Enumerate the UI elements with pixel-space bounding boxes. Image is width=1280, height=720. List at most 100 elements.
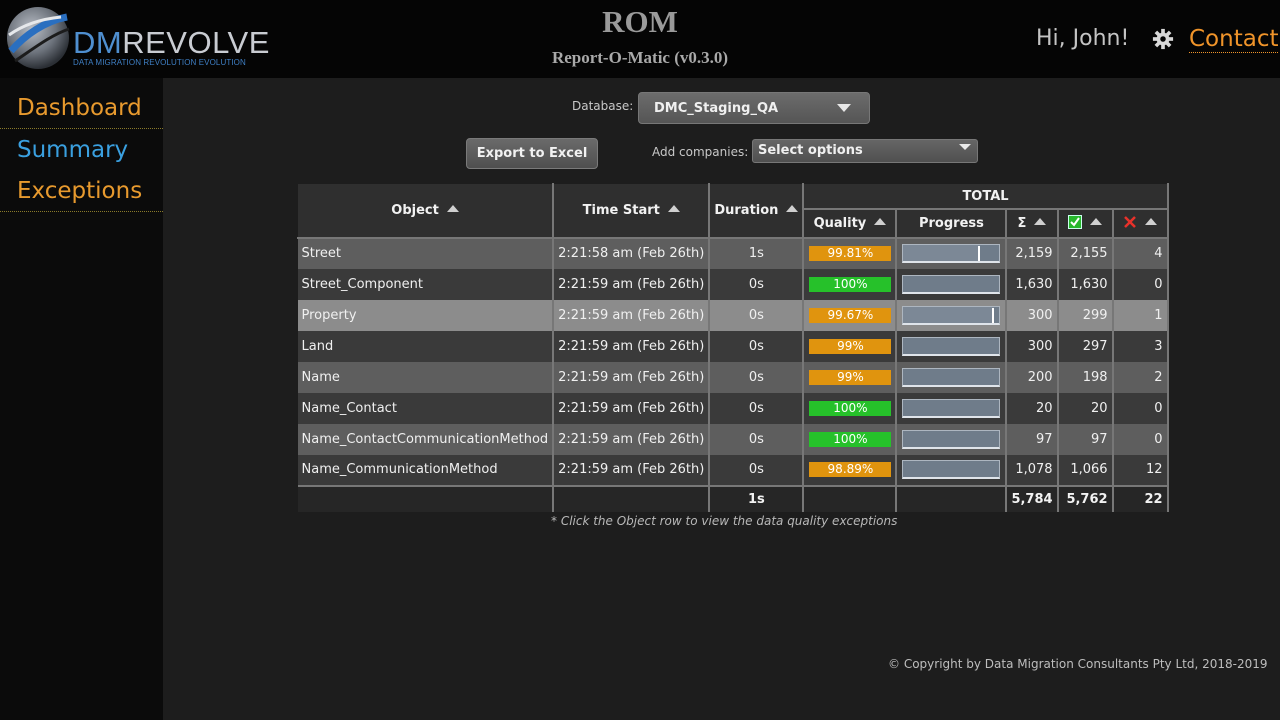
passed-cell: 198 [1057, 361, 1114, 393]
sort-arrow-icon[interactable] [874, 217, 887, 225]
table-row[interactable]: Name 2:21:59 am (Feb 26th) 0s 99% 200 198 2 [297, 361, 1169, 393]
object-cell[interactable]: Name [297, 361, 555, 393]
total-cell: 1,630 [1006, 268, 1059, 300]
column-header-sum[interactable]: Σ [1005, 208, 1059, 239]
quality-cell: 98.89% [803, 454, 898, 486]
sort-arrow-icon[interactable] [446, 204, 459, 212]
chevron-down-icon [959, 144, 971, 150]
database-select-value: DMC_Staging_QA [654, 101, 779, 116]
passed-cell: 297 [1057, 330, 1114, 362]
duration-cell: 0s [709, 330, 805, 362]
object-cell[interactable]: Name_Contact [297, 392, 555, 424]
total-cell: 1,078 [1006, 454, 1059, 486]
quality-bar: 100% [809, 276, 892, 292]
database-select[interactable]: DMC_Staging_QA [638, 92, 870, 124]
sort-arrow-icon[interactable] [1090, 218, 1103, 226]
progress-bar [902, 305, 1001, 325]
sidebar-item-summary[interactable]: Summary [0, 130, 163, 171]
table-hint: * Click the Object row to view the data … [551, 514, 898, 528]
contact-link[interactable]: Contact [1189, 26, 1279, 53]
column-header-duration[interactable]: Duration [708, 183, 805, 239]
progress-cell [896, 330, 1008, 362]
object-cell[interactable]: Street_Component [297, 268, 555, 300]
export-to-excel-button[interactable]: Export to Excel [466, 138, 598, 169]
object-cell[interactable]: Name_CommunicationMethod [297, 454, 555, 486]
time-start-cell: 2:21:59 am (Feb 26th) [553, 392, 711, 424]
progress-marker [978, 246, 981, 261]
header: DMREVOLVE DATA MIGRATION REVOLUTION EVOL… [0, 0, 1280, 78]
table-row[interactable]: Street 2:21:58 am (Feb 26th) 1s 99.81% 2,159… [297, 237, 1169, 269]
table-row[interactable]: Name_CommunicationMethod 2:21:59 am (Feb … [297, 454, 1169, 486]
user-greeting: Hi, John! [1036, 26, 1130, 51]
table-row[interactable]: Name_Contact 2:21:59 am (Feb 26th) 0s 100% 2… [297, 392, 1169, 424]
column-header-object[interactable]: Object [297, 183, 555, 239]
object-cell[interactable]: Street [297, 237, 555, 269]
progress-cell [896, 237, 1008, 269]
table-row[interactable]: Land 2:21:59 am (Feb 26th) 0s 99% 300 297 3 [297, 330, 1169, 362]
quality-bar: 100% [809, 431, 892, 447]
progress-bar [902, 429, 1001, 449]
column-header-failed[interactable] [1112, 208, 1169, 239]
table-row[interactable]: Name_ContactCommunicationMethod 2:21:59 a… [297, 423, 1169, 455]
sort-arrow-icon[interactable] [786, 204, 799, 212]
progress-fill [903, 306, 994, 323]
duration-cell: 0s [709, 268, 805, 300]
duration-cell: 0s [709, 299, 805, 331]
sidebar-item-exceptions[interactable]: Exceptions [0, 171, 163, 212]
footer-passed: 5,762 [1057, 484, 1114, 512]
failed-cell: 3 [1112, 330, 1169, 362]
footer-cell [896, 484, 1008, 512]
table-row[interactable]: Street_Component 2:21:59 am (Feb 26th) 0s 1… [297, 268, 1169, 300]
table-footer-row: 1s 5,784 5,762 22 [297, 484, 1169, 512]
object-cell[interactable]: Land [297, 330, 555, 362]
time-start-cell: 2:21:59 am (Feb 26th) [553, 268, 711, 300]
failed-cell: 12 [1112, 454, 1169, 486]
time-start-cell: 2:21:59 am (Feb 26th) [553, 361, 711, 393]
sidebar-item-dashboard[interactable]: Dashboard [0, 88, 163, 129]
sort-arrow-icon[interactable] [1145, 218, 1158, 226]
total-cell: 300 [1006, 330, 1059, 362]
progress-cell [896, 392, 1008, 424]
total-cell: 97 [1006, 423, 1059, 455]
column-header-passed[interactable] [1057, 208, 1114, 239]
progress-cell [896, 299, 1008, 331]
progress-bar [902, 398, 1001, 418]
column-header-quality[interactable]: Quality [802, 208, 898, 239]
sort-arrow-icon[interactable] [667, 204, 680, 212]
check-icon [1068, 215, 1083, 230]
object-cell[interactable]: Property [297, 299, 555, 331]
total-cell: 200 [1006, 361, 1059, 393]
quality-cell: 100% [803, 268, 898, 300]
quality-cell: 99.67% [803, 299, 898, 331]
failed-cell: 0 [1112, 423, 1169, 455]
passed-cell: 2,155 [1057, 237, 1114, 269]
passed-cell: 97 [1057, 423, 1114, 455]
passed-cell: 1,066 [1057, 454, 1114, 486]
progress-cell [896, 423, 1008, 455]
failed-cell: 2 [1112, 361, 1169, 393]
summary-table: Object Time Start Duration TOTAL Quality… [297, 183, 1169, 512]
object-cell[interactable]: Name_ContactCommunicationMethod [297, 423, 555, 455]
passed-cell: 1,630 [1057, 268, 1114, 300]
quality-bar: 100% [809, 400, 892, 416]
add-companies-label: Add companies: [652, 145, 749, 159]
table-row[interactable]: Property 2:21:59 am (Feb 26th) 0s 99.67% 300… [297, 299, 1169, 331]
time-start-cell: 2:21:59 am (Feb 26th) [553, 454, 711, 486]
progress-marker [991, 307, 994, 323]
progress-fill [903, 245, 981, 261]
time-start-cell: 2:21:59 am (Feb 26th) [553, 423, 711, 455]
progress-bar [902, 460, 1001, 479]
gear-icon[interactable] [1152, 28, 1174, 50]
quality-bar: 99% [809, 369, 892, 385]
failed-cell: 0 [1112, 392, 1169, 424]
failed-cell: 4 [1112, 237, 1169, 269]
quality-cell: 100% [803, 423, 898, 455]
column-header-time-start[interactable]: Time Start [552, 183, 711, 239]
quality-cell: 99% [803, 361, 898, 393]
failed-cell: 1 [1112, 299, 1169, 331]
database-label: Database: [572, 99, 634, 113]
add-companies-select[interactable]: Select options [752, 139, 978, 163]
sort-arrow-icon[interactable] [1034, 217, 1047, 225]
column-group-total: TOTAL [802, 183, 1169, 211]
duration-cell: 0s [709, 454, 805, 486]
